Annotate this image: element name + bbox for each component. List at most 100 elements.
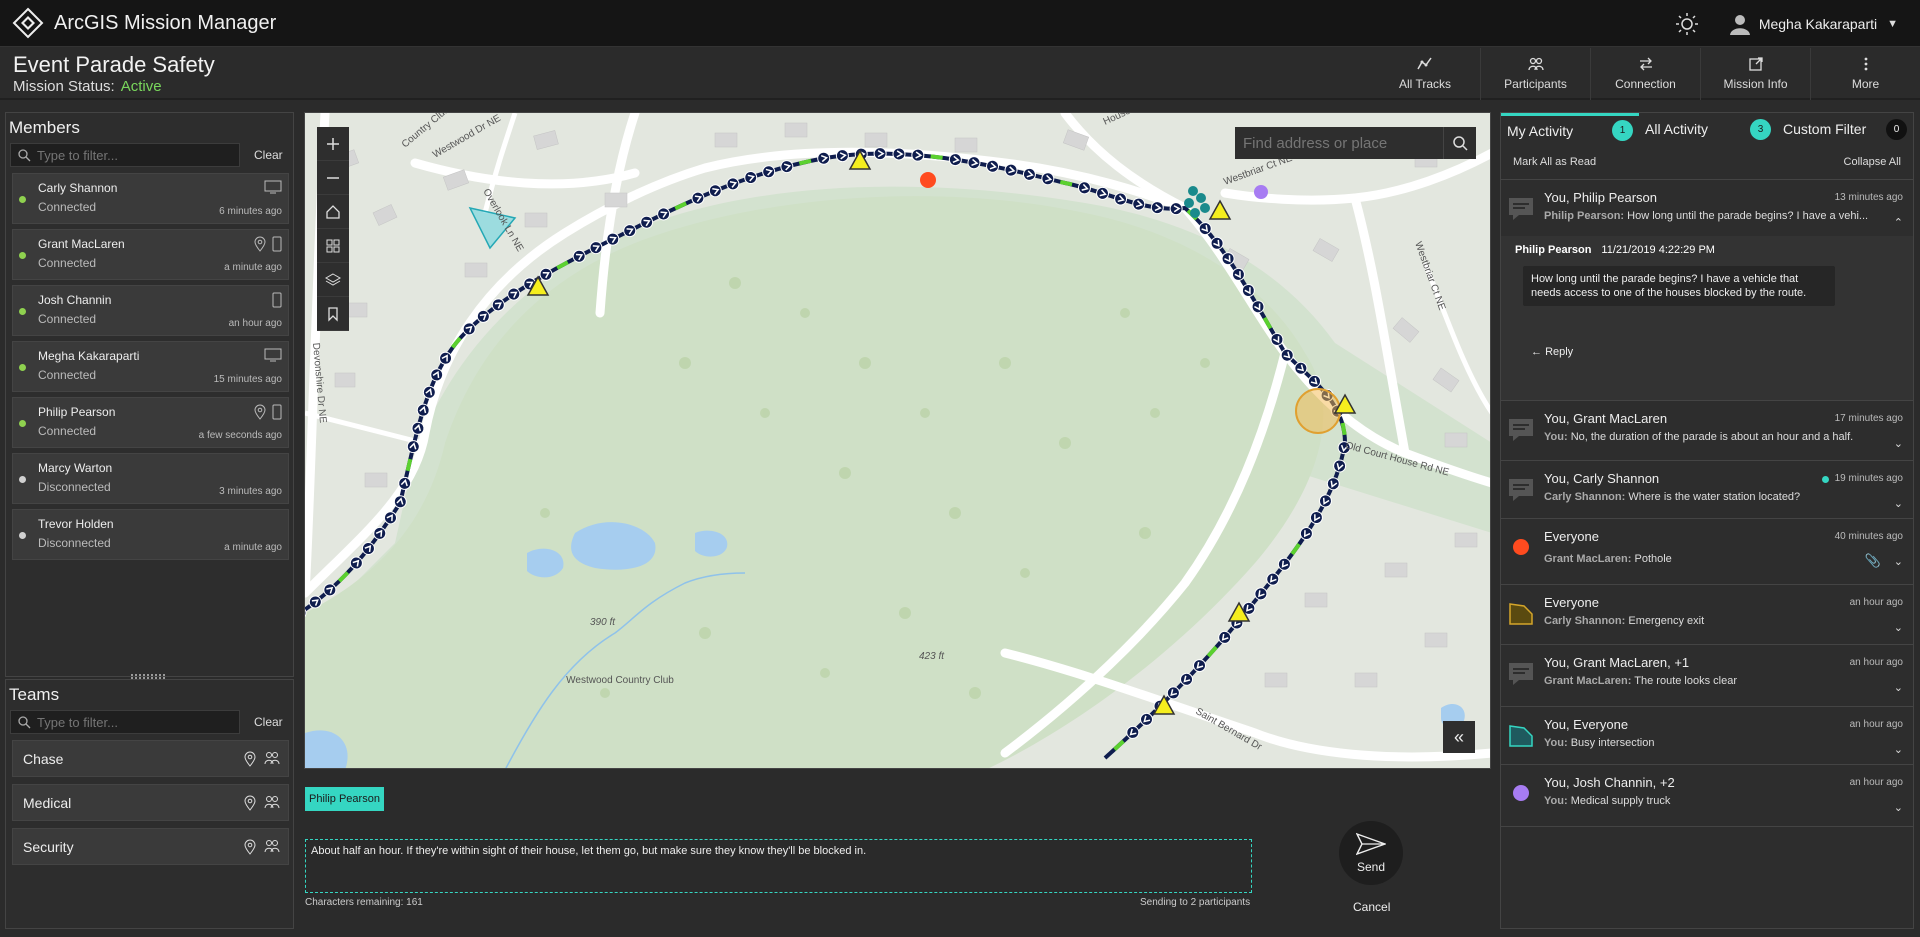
activity-item-time: 40 minutes ago [1834,531,1903,542]
app-top-bar: ArcGIS Mission Manager Megha Kakaraparti… [0,0,1920,47]
preview-text: Medical supply truck [1570,795,1671,807]
pothole-marker[interactable] [920,172,936,188]
connection-status-dot [19,420,26,427]
team-item[interactable]: Medical [12,784,289,821]
team-members-icon[interactable] [264,751,280,765]
chat-icon [1509,663,1533,685]
basemap-gallery-icon[interactable] [317,229,349,263]
activity-item[interactable]: You, Josh Channin, +2 an hour ago You: Med… [1501,765,1913,827]
message-input[interactable]: About half an hour. If they're within si… [305,839,1252,893]
member-last-seen: 6 minutes ago [219,206,282,217]
zoom-in-button[interactable] [317,127,349,161]
home-icon[interactable] [317,195,349,229]
member-item[interactable]: Josh Channin Connected an hour ago [12,285,289,336]
cancel-button[interactable]: Cancel [1353,900,1390,914]
nav-more[interactable]: More [1810,48,1920,100]
nav-mission-info[interactable]: Mission Info [1700,48,1810,100]
track-point-marker[interactable] [892,147,906,161]
chevron-down-icon[interactable]: ⌄ [1894,497,1903,510]
map-view[interactable]: Westwood Dr NE Country Club D Overlook L… [304,112,1491,769]
team-name: Security [23,838,74,855]
highlighted-location-marker[interactable] [1295,388,1341,434]
send-button[interactable]: Send [1339,821,1403,885]
user-menu-chevron-icon[interactable]: ▼ [1887,18,1898,30]
medical-supply-marker[interactable] [1254,185,1268,199]
nav-connection[interactable]: Connection [1590,48,1700,100]
tab-my-activity[interactable]: My Activity 1 [1501,113,1639,145]
track-point-marker[interactable] [911,148,925,162]
track-point-marker[interactable] [873,147,887,161]
recipient-tag[interactable]: Philip Pearson [305,787,384,811]
track-point-marker[interactable] [1169,202,1183,216]
mission-header: Event Parade Safety Mission Status: Activ… [0,48,1920,100]
member-item[interactable]: Megha Kakaraparti Connected 15 minutes ago [12,341,289,392]
member-item[interactable]: Carly Shannon Connected 6 minutes ago [12,173,289,224]
activity-item[interactable]: You, Everyone an hour ago You: Busy inters… [1501,707,1913,765]
member-devices [264,348,282,362]
activity-item[interactable]: You, Grant MacLaren, +1 an hour ago Grant … [1501,645,1913,707]
member-item[interactable]: Philip Pearson Connected a few seconds ago [12,397,289,448]
map-canvas[interactable]: Westwood Dr NE Country Club D Overlook L… [305,113,1491,769]
nav-participants[interactable]: Participants [1480,48,1590,100]
members-clear-button[interactable]: Clear [254,148,283,162]
location-pin-icon[interactable] [244,751,256,767]
chevron-down-icon[interactable]: ⌄ [1894,621,1903,634]
location-pin-icon[interactable] [244,839,256,855]
activity-item[interactable]: You, Philip Pearson 13 minutes ago Phili… [1501,180,1913,236]
user-avatar-icon[interactable] [1729,13,1751,35]
activity-item[interactable]: You, Carly Shannon 19 minutes ago Carly Sh… [1501,461,1913,519]
member-item[interactable]: Grant MacLaren Connected a minute ago [12,229,289,280]
teams-clear-button[interactable]: Clear [254,715,283,729]
activity-item-title: You, Everyone [1544,717,1629,732]
team-members-icon[interactable] [264,839,280,853]
send-label: Send [1356,860,1386,874]
chevron-down-icon[interactable]: ⌄ [1894,555,1903,568]
preview-text: No, the duration of the parade is about … [1570,431,1854,443]
members-filter-input[interactable] [37,147,227,163]
nav-all-tracks[interactable]: All Tracks [1370,48,1480,100]
layers-icon[interactable] [317,263,349,297]
team-item[interactable]: Security [12,828,289,865]
collapse-panel-icon[interactable]: « [1443,721,1475,753]
teams-filter-input[interactable] [37,714,227,730]
map-search-input[interactable] [1243,134,1443,152]
attachment-icon[interactable]: 📎 [1865,553,1881,569]
member-item[interactable]: Trevor Holden Disconnected a minute ago [12,509,289,560]
location-pin-icon [254,236,266,252]
chevron-down-icon[interactable]: ⌄ [1894,681,1903,694]
user-name[interactable]: Megha Kakaraparti [1759,16,1877,32]
polygon-marker-icon [1509,603,1533,625]
search-icon [18,716,31,729]
connection-status-dot [19,196,26,203]
team-name: Medical [23,794,72,811]
chevron-down-icon[interactable]: ⌄ [1894,743,1903,756]
mark-all-read-button[interactable]: Mark All as Read [1513,156,1596,168]
zoom-out-button[interactable] [317,161,349,195]
tab-all-activity[interactable]: All Activity 3 [1639,113,1777,145]
chevron-up-icon[interactable]: ⌃ [1894,216,1903,229]
team-item[interactable]: Chase [12,740,289,777]
member-item[interactable]: Marcy Warton Disconnected 3 minutes ago [12,453,289,504]
member-last-seen: a minute ago [224,262,282,273]
tab-custom-filter[interactable]: Custom Filter 0 [1777,113,1913,145]
chevron-down-icon[interactable]: ⌄ [1894,437,1903,450]
members-filter[interactable] [10,143,240,167]
teams-filter[interactable] [10,710,240,734]
map-search[interactable] [1235,127,1476,159]
bookmark-icon[interactable] [317,297,349,331]
activity-item[interactable]: Everyone 40 minutes ago Grant MacLaren: Po… [1501,519,1913,585]
chevron-down-icon[interactable]: ⌄ [1894,801,1903,814]
collapse-all-button[interactable]: Collapse All [1844,156,1901,168]
message-timestamp: 11/21/2019 4:22:29 PM [1601,244,1715,256]
participants-icon [1527,57,1544,71]
activity-item[interactable]: You, Grant MacLaren 17 minutes ago You: No… [1501,401,1913,461]
member-last-seen: a few seconds ago [198,430,282,441]
theme-toggle-icon[interactable] [1675,12,1699,36]
location-pin-icon[interactable] [244,795,256,811]
team-members-icon[interactable] [264,795,280,809]
activity-item-time: an hour ago [1849,597,1903,608]
map-search-button[interactable] [1443,127,1476,159]
desktop-device-icon [264,348,282,362]
reply-button[interactable]: ← Reply [1531,346,1573,358]
activity-item[interactable]: Everyone an hour ago Carly Shannon: Emerge… [1501,585,1913,645]
